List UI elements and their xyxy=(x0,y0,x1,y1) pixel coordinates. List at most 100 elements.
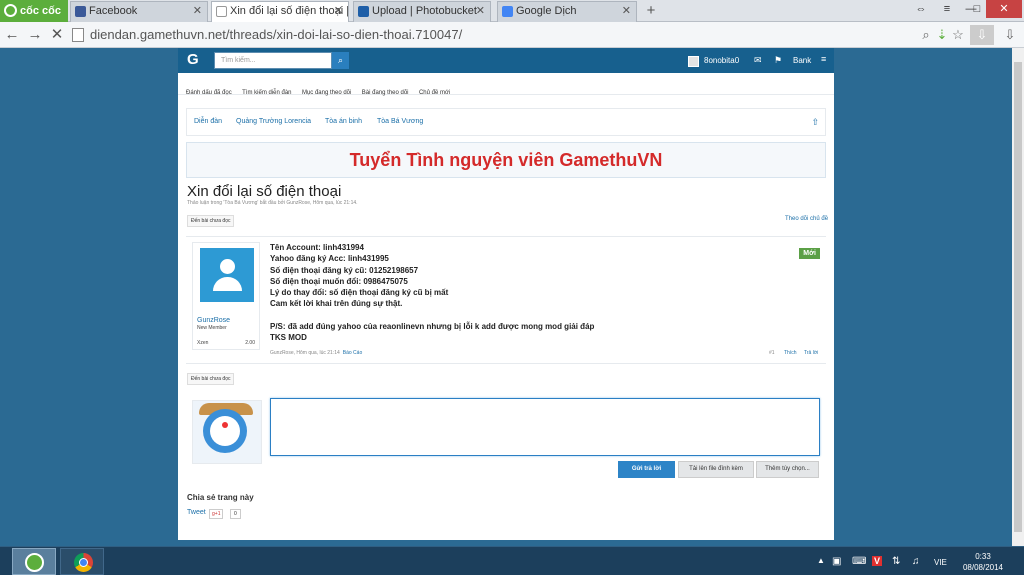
reply-link[interactable]: Trả lời xyxy=(804,350,818,356)
post-line: Số điện thoại muốn đổi: 0986475075 xyxy=(270,276,408,286)
author-title: New Member xyxy=(197,325,227,331)
tab-google-translate[interactable]: Google Dịch ✕ xyxy=(497,1,637,22)
post-line: Cam kết lời khai trên đúng sự thật. xyxy=(270,299,403,309)
coccoc-logo[interactable]: cốc cốc xyxy=(0,0,68,22)
tray-keyboard-icon[interactable]: ⌨ xyxy=(852,556,866,567)
post-line: Số điện thoại đăng ký cũ: 01252198657 xyxy=(270,265,419,275)
tray-v-icon[interactable]: V xyxy=(872,556,883,566)
close-window-icon[interactable]: ✕ xyxy=(986,0,1022,18)
page-icon xyxy=(72,28,84,42)
avatar-head xyxy=(220,259,235,274)
mark-read-link[interactable]: Đánh dấu đã đọc xyxy=(186,90,232,96)
url-field[interactable]: diendan.gamethuvn.net/threads/xin-doi-la… xyxy=(72,25,918,45)
unread-post-button-bottom[interactable]: Đến bài chưa đọc xyxy=(187,373,235,385)
tab-label: Upload | Photobucket xyxy=(372,5,477,17)
close-icon[interactable]: ✕ xyxy=(193,2,202,21)
author-name[interactable]: GunzRose xyxy=(197,317,230,324)
google-plus-button[interactable]: g+1 xyxy=(209,509,224,519)
download-icon[interactable]: ⇩ xyxy=(970,25,994,45)
avatar[interactable] xyxy=(200,248,254,302)
more-options-button[interactable]: Thêm tùy chọn... xyxy=(756,461,819,478)
avatar-nose xyxy=(222,422,228,428)
new-threads-link[interactable]: Chủ đề mới xyxy=(419,90,450,96)
post-footer: GunzRose, Hôm qua, lúc 21:14 Báo Cáo xyxy=(270,350,362,356)
search-button[interactable]: ⌕ xyxy=(332,52,349,69)
upload-attachment-button[interactable]: Tải lên file đính kèm xyxy=(678,461,754,478)
post-number[interactable]: #1 xyxy=(769,350,775,356)
breadcrumb-toa-ba-vuong[interactable]: Tòa Bá Vương xyxy=(377,118,423,125)
google-translate-icon xyxy=(502,6,513,17)
tray-arrow-icon[interactable]: ▲ xyxy=(817,556,825,565)
share-heading: Chia sẻ trang này xyxy=(187,493,254,502)
follow-thread-link[interactable]: Theo dõi chủ đề xyxy=(785,216,828,222)
restore-arrows-icon[interactable]: ⇔ xyxy=(912,0,930,18)
menu-icon[interactable]: ≡ xyxy=(938,0,956,18)
thread-title: Xin đổi lại số điện thoại xyxy=(187,183,342,200)
stop-icon[interactable]: ✕ xyxy=(48,25,66,45)
watched-posts-link[interactable]: Bài đang theo dõi xyxy=(362,90,409,96)
breadcrumb-toa-an-binh[interactable]: Tòa án binh xyxy=(325,118,362,125)
close-icon[interactable]: ✕ xyxy=(334,2,343,21)
url-text: diendan.gamethuvn.net/threads/xin-doi-la… xyxy=(90,27,463,42)
search-input[interactable]: Tìm kiếm... xyxy=(214,52,332,69)
send-reply-button[interactable]: Gửi trả lời xyxy=(618,461,675,478)
share-icon[interactable]: ⇧ xyxy=(811,117,819,128)
report-link[interactable]: Báo Cáo xyxy=(343,350,362,356)
search-icon[interactable]: ⌕ xyxy=(918,25,934,45)
watched-items-link[interactable]: Mục đang theo dõi xyxy=(302,90,351,96)
tab-photobucket[interactable]: Upload | Photobucket ✕ xyxy=(353,1,491,22)
tab-label: Xin đổi lại số điện thoại | G xyxy=(230,5,349,17)
clock[interactable]: 0:33 08/08/2014 xyxy=(957,551,1009,573)
post-line: P/S: đã add đúng yahoo của reaonlinevn n… xyxy=(270,322,595,332)
flag-icon[interactable]: ⚑ xyxy=(774,55,782,66)
tweet-button[interactable]: Tweet xyxy=(187,509,206,516)
facebook-icon xyxy=(75,6,86,17)
page-scrollbar[interactable] xyxy=(1012,48,1024,546)
user-card: GunzRose New Member Xzen 2.00 xyxy=(192,242,260,350)
input-language[interactable]: VIE xyxy=(934,558,947,567)
scrollbar-thumb[interactable] xyxy=(1014,62,1022,532)
like-link[interactable]: Thích xyxy=(784,350,797,356)
hamburger-icon[interactable]: ≡ xyxy=(821,54,826,64)
page-icon xyxy=(216,6,227,17)
envelope-icon[interactable]: ✉ xyxy=(754,55,762,66)
forum-page: G Tìm kiếm... ⌕ 8onobita0 ✉ ⚑ Bank ≡ Đán… xyxy=(178,48,834,540)
taskbar-chrome[interactable] xyxy=(60,548,104,575)
volunteer-banner[interactable]: Tuyển Tình nguyện viên GamethuVN xyxy=(186,142,826,178)
windows-taskbar: ▲ ▣ ⌨ V ⇅ ♫ VIE 0:33 08/08/2014 xyxy=(0,546,1024,575)
tray-network-icon[interactable]: ⇅ xyxy=(892,556,900,567)
google-plus-count: 0 xyxy=(230,509,241,519)
tray-device-icon[interactable]: ▣ xyxy=(832,556,841,567)
my-avatar[interactable] xyxy=(192,400,262,464)
maximize-icon[interactable]: □ xyxy=(968,0,986,18)
taskbar-coccoc[interactable] xyxy=(12,548,56,575)
tab-facebook[interactable]: Facebook ✕ xyxy=(70,1,208,22)
unread-post-button[interactable]: Đến bài chưa đọc xyxy=(187,215,235,227)
post-body: Tên Account: linh431994 Yahoo đăng ký Ac… xyxy=(270,242,710,344)
post-line: Yahoo đăng ký Acc: linh431995 xyxy=(270,254,389,264)
breadcrumb-forums[interactable]: Diễn đàn xyxy=(194,118,222,125)
breadcrumb-lorencia[interactable]: Quảng Trường Lorencia xyxy=(236,118,311,125)
browser-tab-bar: cốc cốc Facebook ✕ Xin đổi lại số điện th… xyxy=(0,0,1024,22)
chrome-center xyxy=(79,558,88,567)
coccoc-download-icon[interactable]: ⇣ xyxy=(934,25,950,45)
username-link[interactable]: 8onobita0 xyxy=(704,56,739,65)
bank-link[interactable]: Bank xyxy=(793,56,811,65)
reply-textarea[interactable] xyxy=(270,398,820,456)
back-icon[interactable]: ← xyxy=(3,25,21,45)
close-icon[interactable]: ✕ xyxy=(476,2,485,21)
new-tab-button[interactable]: + xyxy=(642,1,660,21)
forward-icon[interactable]: → xyxy=(26,25,44,45)
post-line: Lý do thay đổi: số điện thoại đăng ký cũ… xyxy=(270,288,449,298)
search-forum-link[interactable]: Tìm kiếm diễn đàn xyxy=(242,90,291,96)
close-icon[interactable]: ✕ xyxy=(622,2,631,21)
xu-label: Xzen xyxy=(197,340,209,346)
tray-speaker-icon[interactable]: ♫ xyxy=(912,556,920,567)
post-author-date[interactable]: GunzRose, Hôm qua, lúc 21:14 xyxy=(270,350,340,356)
user-avatar[interactable] xyxy=(688,56,699,67)
tab-current-thread[interactable]: Xin đổi lại số điện thoại | G ✕ xyxy=(211,1,349,22)
tab-label: Google Dịch xyxy=(516,5,577,17)
download-icon[interactable]: ⇩ xyxy=(1002,25,1018,45)
star-icon[interactable]: ☆ xyxy=(950,25,966,45)
site-logo[interactable]: G xyxy=(187,51,199,68)
